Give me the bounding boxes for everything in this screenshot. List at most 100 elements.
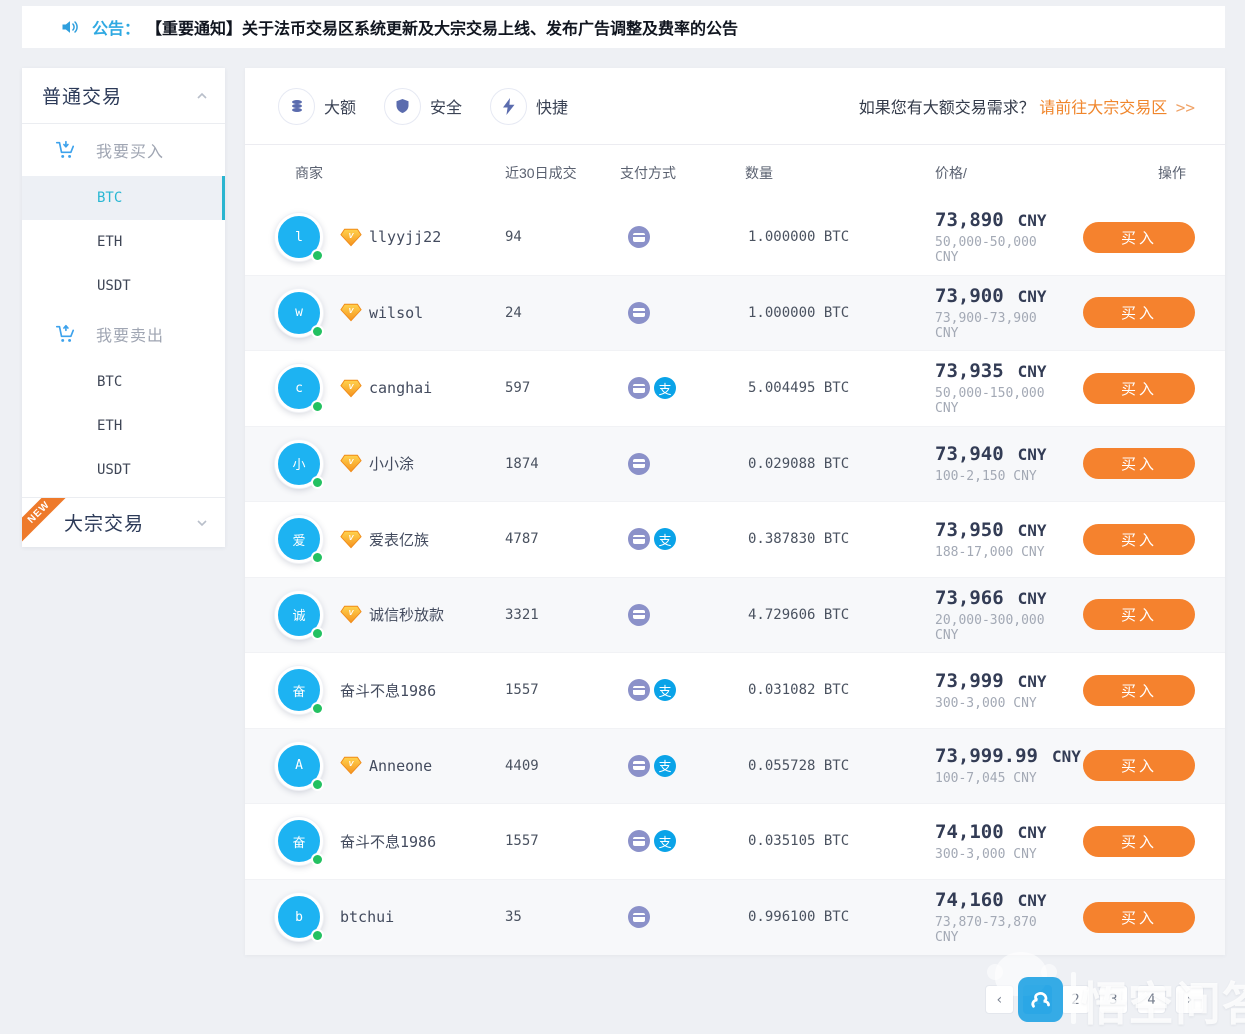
payment-methods <box>620 906 745 928</box>
price-currency: CNY <box>1018 521 1047 540</box>
avatar: b <box>275 893 323 941</box>
bankcard-payment-icon <box>628 679 650 701</box>
merchant-name[interactable]: 诚信秒放款 <box>369 604 444 625</box>
price-value: 74,160 <box>935 889 1004 911</box>
payment-methods <box>620 226 745 248</box>
sidebar-item-sell-usdt[interactable]: USDT <box>22 448 225 492</box>
trades-count: 24 <box>505 305 522 321</box>
sidebar-item-sell-eth[interactable]: ETH <box>22 404 225 448</box>
sidebar-item-sell-btc[interactable]: BTC <box>22 360 225 404</box>
buy-button[interactable]: 买入 <box>1083 675 1195 706</box>
merchant-name[interactable]: 奋斗不息1986 <box>340 831 436 852</box>
limit-range: 20,000-300,000 CNY <box>935 613 1065 643</box>
buy-coin-list: BTCETHUSDT <box>22 176 225 308</box>
merchant-name[interactable]: llyyjj22 <box>369 228 441 246</box>
merchant-name[interactable]: 奋斗不息1986 <box>340 680 436 701</box>
merchant-name[interactable]: btchui <box>340 908 394 926</box>
pagination-page-3[interactable]: 3 <box>1099 985 1128 1014</box>
trades-count: 1557 <box>505 682 539 698</box>
buy-button[interactable]: 买入 <box>1083 448 1195 479</box>
cart-sell-icon <box>54 323 76 345</box>
trades-count: 3321 <box>505 607 539 623</box>
vip-badge-icon: V <box>340 454 362 473</box>
bankcard-payment-icon <box>628 604 650 626</box>
bankcard-payment-icon <box>628 377 650 399</box>
sidebar-buy-section[interactable]: 我要买入 <box>22 124 225 176</box>
announcement-link[interactable]: 【重要通知】关于法币交易区系统更新及大宗交易上线、发布广告调整及费率的公告 <box>146 15 738 39</box>
block-trade-link[interactable]: 请前往大宗交易区 <box>1039 100 1167 117</box>
price-value: 74,100 <box>935 821 1004 843</box>
merchant-list-panel: 大额 安全 快捷 如果您有大额交易需求？ <box>245 68 1225 955</box>
price-currency: CNY <box>1018 362 1047 381</box>
sidebar-item-buy-usdt[interactable]: USDT <box>22 264 225 308</box>
amount: 5.004495 BTC <box>748 380 849 396</box>
vip-badge-icon: V <box>340 228 362 247</box>
speaker-icon <box>60 17 80 37</box>
col-header-action: 操作 <box>1065 163 1225 183</box>
otc-trading-page: 公告： 【重要通知】关于法币交易区系统更新及大宗交易上线、发布广告调整及费率的公… <box>0 0 1245 1034</box>
buy-button[interactable]: 买入 <box>1083 826 1195 857</box>
buy-button[interactable]: 买入 <box>1083 373 1195 404</box>
filter-chip-safe[interactable]: 安全 <box>384 88 462 125</box>
pagination-next-button[interactable]: › <box>1175 985 1204 1014</box>
avatar-initial: 奋 <box>292 681 305 700</box>
buy-button[interactable]: 买入 <box>1083 524 1195 555</box>
normal-trade-title: 普通交易 <box>42 82 195 109</box>
trades-count: 4787 <box>505 531 539 547</box>
amount: 0.035105 BTC <box>748 833 849 849</box>
price-currency: CNY <box>1018 672 1047 691</box>
col-header-payment: 支付方式 <box>620 163 745 183</box>
merchant-name[interactable]: Anneone <box>369 757 432 775</box>
buy-section-label: 我要买入 <box>96 138 164 162</box>
filter-label: 大额 <box>324 94 356 118</box>
buy-button[interactable]: 买入 <box>1083 297 1195 328</box>
table-row: 奋 V 奋斗不息1986 1557 支 0.031082 BTC 73,999 … <box>245 653 1225 729</box>
block-trade-prompt: 如果您有大额交易需求？ 请前往大宗交易区 >> <box>859 94 1195 118</box>
pagination-page-1[interactable]: 1 <box>1023 985 1052 1014</box>
col-header-trades30d: 近30日成交 <box>505 163 620 183</box>
avatar-initial: w <box>295 305 303 320</box>
watermark-monkey-ear-icon <box>987 964 1003 980</box>
sidebar-sell-section[interactable]: 我要卖出 <box>22 308 225 360</box>
filter-bar: 大额 安全 快捷 如果您有大额交易需求？ <box>245 68 1225 145</box>
online-status-dot <box>311 476 324 489</box>
pagination-page-4[interactable]: 4 <box>1137 985 1166 1014</box>
merchant-name[interactable]: 小小涂 <box>369 453 414 474</box>
avatar: 奋 <box>275 817 323 865</box>
sidebar-item-buy-btc[interactable]: BTC <box>22 176 225 220</box>
payment-methods: 支 <box>620 679 745 701</box>
avatar-initial: l <box>295 230 303 245</box>
merchant-name[interactable]: wilsol <box>369 304 423 322</box>
limit-range: 50,000-50,000 CNY <box>935 235 1065 265</box>
table-row: A V Anneone 4409 支 0.055728 BTC 73,999.9… <box>245 729 1225 805</box>
payment-methods: 支 <box>620 377 745 399</box>
pagination-page-2[interactable]: 2 <box>1061 985 1090 1014</box>
buy-button[interactable]: 买入 <box>1083 902 1195 933</box>
price-currency: CNY <box>1018 589 1047 608</box>
col-header-amount: 数量 <box>745 163 928 183</box>
price-value: 73,999.99 <box>935 745 1038 767</box>
avatar: c <box>275 364 323 412</box>
bankcard-payment-icon <box>628 302 650 324</box>
vip-badge-icon: V <box>340 530 362 549</box>
merchant-name[interactable]: canghai <box>369 379 432 397</box>
filter-chip-fast[interactable]: 快捷 <box>490 88 568 125</box>
sidebar-block-trade[interactable]: NEW 大宗交易 <box>22 497 225 547</box>
amount: 4.729606 BTC <box>748 607 849 623</box>
merchant-name[interactable]: 爱表亿族 <box>369 529 429 550</box>
trades-count: 94 <box>505 229 522 245</box>
pagination-prev-button[interactable]: ‹ <box>985 985 1014 1014</box>
sidebar-normal-trade-header[interactable]: 普通交易 <box>22 68 225 124</box>
table-row: 诚 V 诚信秒放款 3321 4.729606 BTC 73,966 CNY <box>245 578 1225 654</box>
trades-count: 35 <box>505 909 522 925</box>
online-status-dot <box>311 929 324 942</box>
col-header-merchant: 商家 <box>245 163 505 183</box>
vip-badge-icon: V <box>340 379 362 398</box>
buy-button[interactable]: 买入 <box>1083 222 1195 253</box>
buy-button[interactable]: 买入 <box>1083 750 1195 781</box>
buy-button[interactable]: 买入 <box>1083 599 1195 630</box>
filter-chip-large-amount[interactable]: 大额 <box>278 88 356 125</box>
sidebar-item-buy-eth[interactable]: ETH <box>22 220 225 264</box>
price-currency: CNY <box>1018 287 1047 306</box>
vip-badge-icon: V <box>340 605 362 624</box>
